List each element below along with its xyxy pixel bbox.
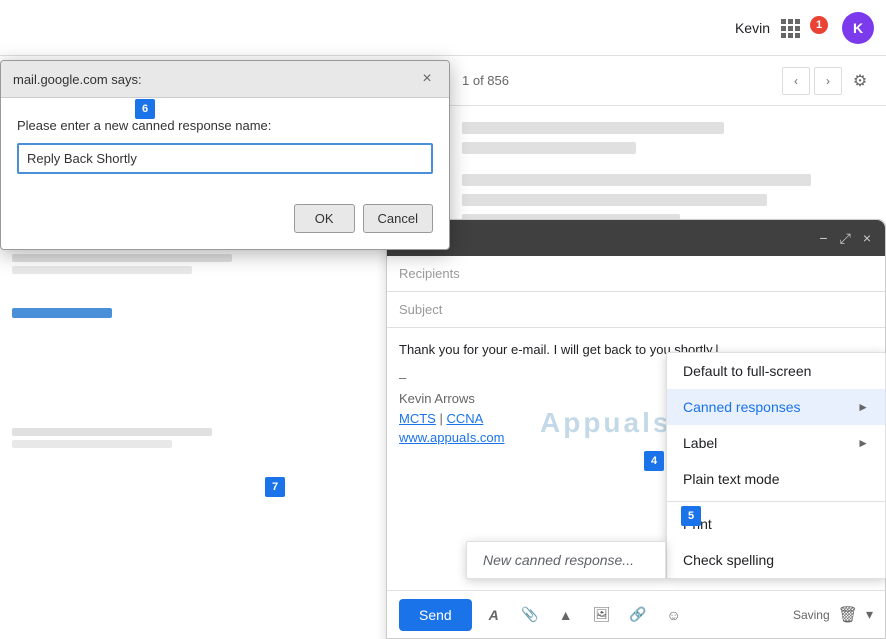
email-toolbar: 1 of 856 ‹ › ⚙ — [450, 56, 886, 106]
compose-minimize-button[interactable]: − — [817, 228, 829, 248]
nav-arrows: ‹ › ⚙ — [782, 67, 874, 95]
sig-cert2: CCNA — [446, 411, 483, 426]
gmail-header: Kevin 1 K — [0, 0, 886, 56]
new-canned-response-item[interactable]: New canned response... — [467, 542, 665, 578]
format-text-icon[interactable]: A — [480, 601, 508, 629]
email-count: 1 of 856 — [462, 73, 509, 88]
submenu-arrow: ► — [857, 436, 869, 450]
sig-cert1: MCTS — [399, 411, 436, 426]
step-badge-6: 6 — [135, 99, 155, 119]
menu-divider — [667, 501, 885, 502]
drive-icon[interactable]: ▲ — [552, 601, 580, 629]
dialog-body: Please enter a new canned response name: — [1, 98, 449, 194]
settings-icon[interactable]: ⚙ — [846, 67, 874, 95]
user-avatar[interactable]: K — [842, 12, 874, 44]
compose-subject-field[interactable]: Subject — [387, 292, 885, 328]
context-menu: Default to full-screen Canned responses … — [666, 352, 886, 579]
notification-count: 1 — [810, 16, 828, 34]
compose-close-button[interactable]: × — [861, 228, 873, 248]
menu-item-canned-responses[interactable]: Canned responses ► — [667, 389, 885, 425]
compose-footer: Send A 📎 ▲ 🖼 🔗 ☺ Saving 🗑 ▾ — [387, 590, 885, 638]
menu-item-fullscreen[interactable]: Default to full-screen — [667, 353, 885, 389]
canned-responses-submenu: New canned response... — [466, 541, 666, 579]
dialog-title: mail.google.com says: — [13, 72, 142, 87]
saving-status: Saving — [793, 608, 830, 622]
compose-maximize-button[interactable]: ⤢ — [838, 228, 853, 249]
photo-icon[interactable]: 🖼 — [588, 601, 616, 629]
grid-icon[interactable] — [778, 16, 802, 40]
header-username: Kevin — [735, 20, 770, 36]
dialog-buttons: OK Cancel — [1, 194, 449, 249]
link-icon[interactable]: 🔗 — [624, 601, 652, 629]
more-options-icon[interactable]: ▾ — [866, 606, 873, 623]
dialog-close-button[interactable]: × — [417, 69, 437, 89]
compose-header: age − ⤢ × — [387, 220, 885, 256]
menu-item-check-spelling[interactable]: Check spelling — [667, 542, 885, 578]
compose-header-icons: − ⤢ × — [817, 228, 873, 249]
step-badge-5: 5 — [681, 506, 701, 526]
compose-to-field[interactable]: Recipients — [387, 256, 885, 292]
submenu-arrow: ► — [857, 400, 869, 414]
canned-response-name-input[interactable] — [17, 143, 433, 174]
delete-draft-icon[interactable]: 🗑 — [838, 605, 858, 625]
prev-email-button[interactable]: ‹ — [782, 67, 810, 95]
dialog-label: Please enter a new canned response name: — [17, 118, 433, 133]
emoji-icon[interactable]: ☺ — [660, 601, 688, 629]
next-email-button[interactable]: › — [814, 67, 842, 95]
dialog-box: mail.google.com says: × Please enter a n… — [0, 60, 450, 250]
dialog-titlebar: mail.google.com says: × — [1, 61, 449, 98]
dialog-cancel-button[interactable]: Cancel — [363, 204, 433, 233]
menu-item-label[interactable]: Label ► — [667, 425, 885, 461]
notification-badge[interactable]: 1 — [810, 16, 834, 40]
step-badge-4: 4 — [644, 451, 664, 471]
send-button[interactable]: Send — [399, 599, 472, 631]
attach-icon[interactable]: 📎 — [516, 601, 544, 629]
dialog-ok-button[interactable]: OK — [294, 204, 355, 233]
step-badge-7: 7 — [265, 477, 285, 497]
menu-item-plain-text[interactable]: Plain text mode — [667, 461, 885, 497]
